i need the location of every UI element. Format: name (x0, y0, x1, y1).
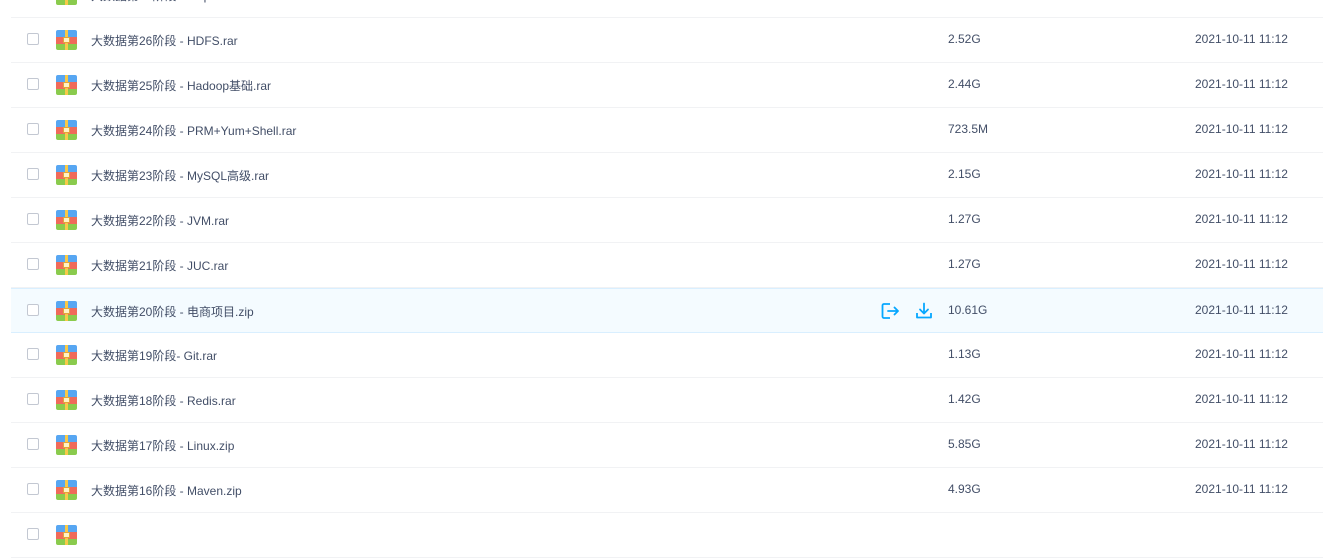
file-date: 2021-10-11 11:12 (1195, 482, 1288, 496)
file-row[interactable]: 大数据第23阶段 - MySQL高级.rar 2.15G 2021-10-11 … (11, 153, 1323, 198)
row-checkbox[interactable] (27, 393, 39, 405)
file-size: 4.93G (948, 482, 981, 496)
file-date: 2021-10-11 11:12 (1195, 167, 1288, 181)
file-date: 2021-10-11 11:12 (1195, 0, 1288, 1)
archive-file-icon (56, 525, 77, 545)
file-name[interactable]: 大数据第22阶段 - JVM.rar (91, 212, 229, 229)
file-name[interactable]: 大数据第26阶段 - HDFS.rar (91, 32, 238, 49)
row-checkbox[interactable] (27, 78, 39, 90)
file-name[interactable]: 大数据第24阶段 - PRM+Yum+Shell.rar (91, 122, 296, 139)
archive-file-icon (56, 255, 77, 275)
archive-file-icon (56, 120, 77, 140)
file-size: 2.44G (948, 77, 981, 91)
archive-file-icon (56, 75, 77, 95)
download-icon[interactable] (914, 302, 934, 320)
file-row[interactable]: 大数据第26阶段 - HDFS.rar 2.52G 2021-10-11 11:… (11, 18, 1323, 63)
file-row[interactable]: 大数据第18阶段 - Redis.rar 1.42G 2021-10-11 11… (11, 378, 1323, 423)
file-size: 5.85G (948, 437, 981, 451)
file-date: 2021-10-11 11:12 (1195, 347, 1288, 361)
archive-file-icon (56, 435, 77, 455)
archive-file-icon (56, 345, 77, 365)
row-checkbox[interactable] (27, 123, 39, 135)
file-date: 2021-10-11 11:12 (1195, 257, 1288, 271)
file-size: 1.42G (948, 392, 981, 406)
file-name[interactable]: 大数据第20阶段 - 电商项目.zip (91, 303, 254, 320)
row-checkbox[interactable] (27, 258, 39, 270)
file-size: 1.27G (948, 212, 981, 226)
archive-file-icon (56, 0, 77, 5)
file-row[interactable]: 大数据第24阶段 - PRM+Yum+Shell.rar 723.5M 2021… (11, 108, 1323, 153)
file-name[interactable]: 大数据第25阶段 - Hadoop基础.rar (91, 77, 271, 94)
archive-file-icon (56, 390, 77, 410)
row-checkbox[interactable] (27, 438, 39, 450)
file-row[interactable]: 大数据第20阶段 - 电商项目.zip 10.61G 2021-10-11 11… (11, 288, 1323, 333)
file-name[interactable]: 大数据第27阶段 - MapReduce.rar (91, 0, 270, 4)
file-date: 2021-10-11 11:12 (1195, 437, 1288, 451)
archive-file-icon (56, 210, 77, 230)
file-size: 2.52G (948, 32, 981, 46)
file-name[interactable]: 大数据第23阶段 - MySQL高级.rar (91, 167, 269, 184)
file-size: 10.61G (948, 303, 988, 317)
archive-file-icon (56, 30, 77, 50)
file-row[interactable]: 大数据第25阶段 - Hadoop基础.rar 2.44G 2021-10-11… (11, 63, 1323, 108)
archive-file-icon (56, 301, 77, 321)
file-row[interactable]: 大数据第27阶段 - MapReduce.rar 2.53G 2021-10-1… (11, 0, 1323, 18)
archive-file-icon (56, 480, 77, 500)
file-row[interactable]: 大数据第22阶段 - JVM.rar 1.27G 2021-10-11 11:1… (11, 198, 1323, 243)
file-date: 2021-10-11 11:12 (1195, 32, 1288, 46)
file-row[interactable]: 大数据第17阶段 - Linux.zip 5.85G 2021-10-11 11… (11, 423, 1323, 468)
row-checkbox[interactable] (27, 168, 39, 180)
row-checkbox[interactable] (27, 483, 39, 495)
row-checkbox[interactable] (27, 33, 39, 45)
file-size: 2.15G (948, 167, 981, 181)
file-name[interactable]: 大数据第17阶段 - Linux.zip (91, 437, 234, 454)
row-checkbox[interactable] (27, 348, 39, 360)
archive-file-icon (56, 165, 77, 185)
file-date: 2021-10-11 11:12 (1195, 77, 1288, 91)
file-date: 2021-10-11 11:12 (1195, 303, 1288, 317)
row-checkbox[interactable] (27, 304, 39, 316)
file-name[interactable]: 大数据第21阶段 - JUC.rar (91, 257, 228, 274)
file-row[interactable]: 大数据第21阶段 - JUC.rar 1.27G 2021-10-11 11:1… (11, 243, 1323, 288)
file-size: 1.13G (948, 347, 981, 361)
file-name[interactable]: 大数据第18阶段 - Redis.rar (91, 392, 236, 409)
file-name[interactable]: 大数据第19阶段- Git.rar (91, 347, 217, 364)
file-date: 2021-10-11 11:12 (1195, 212, 1288, 226)
file-name[interactable]: 大数据第16阶段 - Maven.zip (91, 482, 242, 499)
file-size: 723.5M (948, 122, 989, 136)
file-size: 1.27G (948, 257, 981, 271)
file-row[interactable]: 大数据第16阶段 - Maven.zip 4.93G 2021-10-11 11… (11, 468, 1323, 513)
file-row[interactable] (11, 513, 1323, 558)
file-list: 大数据第27阶段 - MapReduce.rar 2.53G 2021-10-1… (0, 0, 1323, 558)
file-date: 2021-10-11 11:12 (1195, 392, 1288, 406)
file-size: 2.53G (948, 0, 981, 1)
file-row[interactable]: 大数据第19阶段- Git.rar 1.13G 2021-10-11 11:12 (11, 333, 1323, 378)
file-date: 2021-10-11 11:12 (1195, 122, 1288, 136)
share-icon[interactable] (881, 302, 901, 320)
row-checkbox[interactable] (27, 213, 39, 225)
